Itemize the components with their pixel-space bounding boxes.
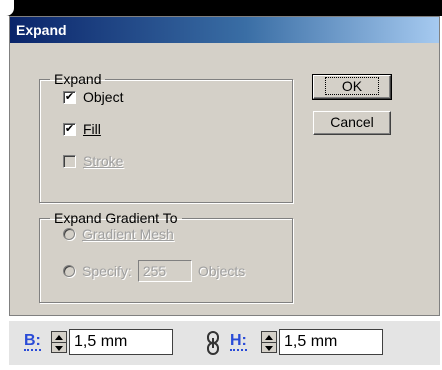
stroke-label: Stroke — [83, 153, 124, 169]
expand-gradient-legend: Expand Gradient To — [54, 210, 178, 226]
spin-up-icon[interactable] — [52, 332, 66, 342]
top-black-strip — [0, 0, 442, 16]
h-spinner[interactable] — [261, 331, 277, 353]
gradient-mesh-radio — [63, 228, 75, 240]
specify-option: Specify: 255 Objects — [63, 260, 245, 282]
gradient-mesh-option: Gradient Mesh — [63, 226, 174, 242]
checkmark-icon: ✔ — [64, 122, 75, 135]
chain-link-icon[interactable] — [206, 331, 220, 360]
specify-radio — [63, 265, 75, 277]
fill-label: Fill — [83, 121, 101, 137]
spin-down-icon[interactable] — [262, 342, 276, 353]
ok-button[interactable]: OK — [312, 74, 392, 100]
b-value-field[interactable]: 1,5 mm — [69, 329, 173, 355]
expand-gradient-group: Expand Gradient To — [39, 210, 293, 303]
ok-label: OK — [324, 77, 380, 95]
h-value-field[interactable]: 1,5 mm — [279, 329, 383, 355]
object-option[interactable]: ✔ Object — [63, 89, 123, 105]
h-label: H: — [230, 332, 247, 351]
fill-checkbox[interactable]: ✔ — [63, 122, 76, 136]
stroke-checkbox — [63, 154, 76, 168]
dialog-title: Expand — [10, 17, 439, 43]
spin-up-icon[interactable] — [262, 332, 276, 342]
dimension-toolbar: B: 1,5 mm H: 1,5 mm — [9, 321, 440, 365]
b-spinner[interactable] — [51, 331, 67, 353]
objects-label: Objects — [197, 263, 246, 279]
b-label: B: — [24, 332, 41, 351]
cancel-button[interactable]: Cancel — [313, 111, 391, 135]
stroke-option: Stroke — [63, 153, 123, 169]
expand-group-legend: Expand — [54, 71, 102, 87]
spin-down-icon[interactable] — [52, 342, 66, 353]
top-corner — [0, 0, 14, 16]
fill-option[interactable]: ✔ Fill — [63, 121, 101, 137]
checkmark-icon: ✔ — [64, 90, 75, 103]
expand-dialog: Expand Expand ✔ Object ✔ Fill Stroke Exp… — [9, 16, 440, 316]
specify-label: Specify: — [82, 263, 132, 279]
specify-count-field: 255 — [137, 260, 192, 282]
object-label: Object — [83, 89, 124, 105]
gradient-mesh-label: Gradient Mesh — [82, 226, 174, 242]
object-checkbox[interactable]: ✔ — [63, 90, 76, 104]
